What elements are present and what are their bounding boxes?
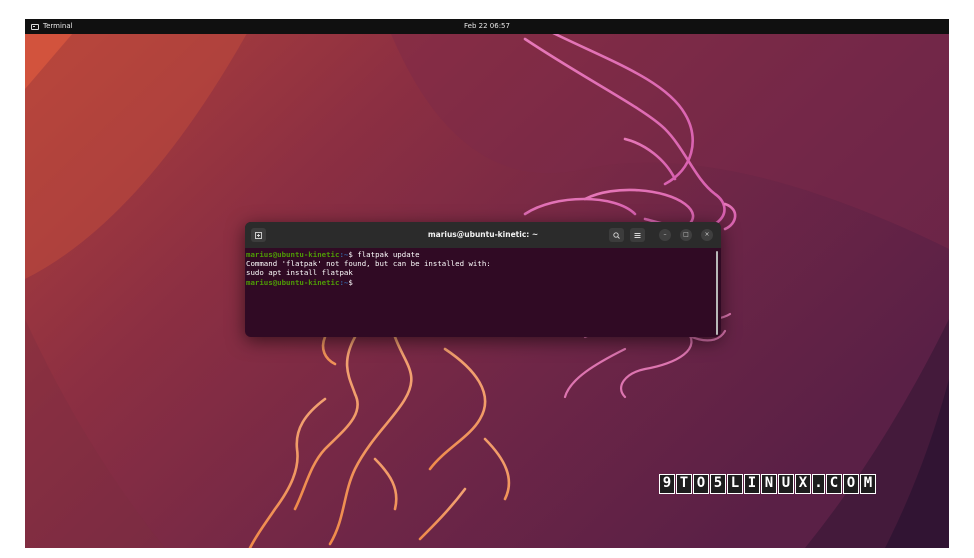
site-watermark: 9 T O 5 L I N U X . C O M [659,474,876,494]
watermark-char: X [795,474,811,494]
prompt-user-host: marius@ubuntu-kinetic [246,250,340,259]
prompt-symbol: $ [348,277,358,287]
terminal-scrollbar[interactable] [716,251,718,335]
terminal-output[interactable]: marius@ubuntu-kinetic:~$ flatpak update C… [246,250,706,287]
watermark-char: T [676,474,692,494]
prompt-user-host: marius@ubuntu-kinetic [246,277,340,287]
menu-button[interactable] [630,228,645,242]
search-icon [613,231,620,239]
new-tab-button[interactable] [251,228,266,242]
desktop-screen: Terminal Feb 22 06:57 marius@ubuntu-kine… [25,19,949,548]
watermark-char: U [778,474,794,494]
watermark-char: 5 [710,474,726,494]
terminal-title: marius@ubuntu-kinetic: ~ [427,230,539,239]
terminal-headerbar[interactable]: marius@ubuntu-kinetic: ~ – □ × [245,222,721,248]
terminal-command: flatpak update [357,250,420,259]
terminal-line: marius@ubuntu-kinetic:~$ flatpak update [246,250,706,259]
terminal-line: marius@ubuntu-kinetic:~$ [246,278,706,287]
terminal-line: sudo apt install flatpak [246,268,353,278]
watermark-char: I [744,474,760,494]
watermark-char: O [843,474,859,494]
watermark-char: C [826,474,842,494]
watermark-char: . [812,474,825,494]
prompt-symbol: $ [348,250,358,259]
watermark-char: 9 [659,474,675,494]
close-icon: × [704,231,710,238]
watermark-char: L [727,474,743,494]
watermark-char: O [693,474,709,494]
watermark-char: M [860,474,876,494]
watermark-char: N [761,474,777,494]
search-button[interactable] [609,228,624,242]
close-button[interactable]: × [701,229,713,241]
hamburger-menu-icon [634,232,641,238]
new-tab-icon [255,231,262,239]
minimize-icon: – [663,231,667,238]
top-bar: Terminal Feb 22 06:57 [25,19,949,34]
terminal-window[interactable]: marius@ubuntu-kinetic: ~ – □ × marius@ub… [245,222,721,337]
clock[interactable]: Feb 22 06:57 [25,19,949,34]
minimize-button[interactable]: – [659,229,671,241]
maximize-button[interactable]: □ [680,229,692,241]
maximize-icon: □ [683,231,689,238]
terminal-line: Command 'flatpak' not found, but can be … [246,259,491,269]
